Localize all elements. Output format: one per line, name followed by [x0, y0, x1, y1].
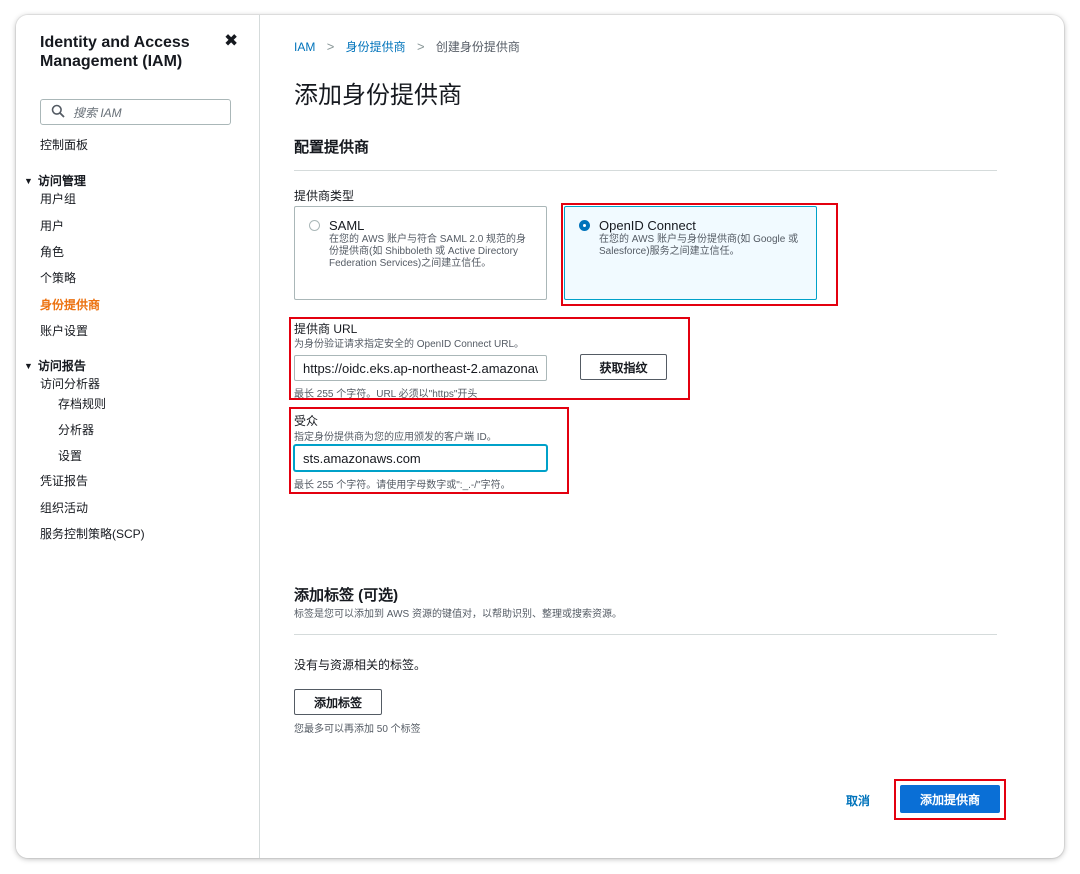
sidebar-item-account-settings[interactable]: 账户设置 — [40, 322, 88, 339]
audience-desc: 指定身份提供商为您的应用颁发的客户端 ID。 — [294, 432, 497, 443]
breadcrumb-separator: > — [326, 39, 335, 54]
breadcrumb-separator: > — [416, 39, 425, 54]
sidebar-item-user-groups[interactable]: 用户组 — [40, 190, 76, 207]
audience-input[interactable] — [294, 445, 547, 471]
sidebar-item-roles[interactable]: 角色 — [40, 243, 64, 260]
cancel-button[interactable]: 取消 — [846, 792, 870, 809]
caret-down-icon: ▼ — [24, 176, 33, 186]
sidebar-item-access-analyzer[interactable]: 访问分析器 — [40, 375, 100, 392]
provider-option-saml[interactable]: SAML 在您的 AWS 账户与符合 SAML 2.0 规范的身份提供商(如 S… — [294, 206, 547, 300]
close-icon[interactable]: ✖ — [224, 31, 238, 51]
no-tags-text: 没有与资源相关的标签。 — [294, 658, 427, 672]
provider-option-openid-connect[interactable]: OpenID Connect 在您的 AWS 账户与身份提供商(如 Google… — [564, 206, 817, 300]
add-tag-button[interactable]: 添加标签 — [294, 689, 382, 715]
page-title: 添加身份提供商 — [294, 82, 462, 109]
openid-connect-option-name: OpenID Connect — [599, 218, 696, 233]
search-icon — [51, 104, 65, 118]
provider-url-constraint: 最长 255 个字符。URL 必须以"https"开头 — [294, 389, 478, 400]
sidebar-section-access-reports[interactable]: ▼ 访问报告 — [24, 357, 86, 374]
sidebar-item-analyzers[interactable]: 分析器 — [58, 421, 94, 438]
provider-url-desc: 为身份验证请求指定安全的 OpenID Connect URL。 — [294, 339, 525, 350]
section-label: 访问报告 — [37, 359, 86, 373]
divider — [294, 170, 997, 171]
sidebar-title: Identity and Access Management (IAM) — [40, 34, 190, 70]
add-provider-button[interactable]: 添加提供商 — [900, 785, 1000, 813]
sidebar-item-analyzer-settings[interactable]: 设置 — [58, 447, 82, 464]
sidebar-item-users[interactable]: 用户 — [40, 217, 64, 234]
breadcrumb-iam[interactable]: IAM — [294, 40, 315, 54]
get-thumbprint-button[interactable]: 获取指纹 — [580, 354, 667, 380]
provider-url-input[interactable] — [294, 355, 547, 381]
tags-limit-text: 您最多可以再添加 50 个标签 — [294, 724, 421, 735]
section-label: 访问管理 — [37, 174, 86, 188]
sidebar: Identity and Access Management (IAM) ✖ 控… — [16, 15, 260, 858]
search-input[interactable] — [71, 103, 225, 123]
config-section-heading: 配置提供商 — [294, 139, 370, 156]
breadcrumb-current: 创建身份提供商 — [435, 40, 520, 54]
audience-constraint: 最长 255 个字符。请使用字母数字或":_.-/"字符。 — [294, 480, 511, 491]
sidebar-search[interactable] — [40, 99, 231, 125]
sidebar-item-policies[interactable]: 个策略 — [40, 269, 76, 286]
sidebar-section-access-management[interactable]: ▼ 访问管理 — [24, 172, 86, 189]
saml-radio[interactable] — [309, 220, 320, 231]
audience-label: 受众 — [294, 414, 319, 428]
saml-option-name: SAML — [329, 218, 365, 233]
breadcrumb: IAM > 身份提供商 > 创建身份提供商 — [294, 38, 520, 55]
sidebar-item-archive-rules[interactable]: 存档规则 — [58, 395, 106, 412]
breadcrumb-identity-providers[interactable]: 身份提供商 — [346, 40, 406, 54]
sidebar-item-credential-report[interactable]: 凭证报告 — [40, 472, 88, 489]
provider-type-label: 提供商类型 — [294, 189, 355, 203]
divider — [294, 634, 997, 635]
saml-option-desc: 在您的 AWS 账户与符合 SAML 2.0 规范的身份提供商(如 Shibbo… — [329, 234, 527, 269]
browser-window: Identity and Access Management (IAM) ✖ 控… — [16, 15, 1064, 858]
tags-desc: 标签是您可以添加到 AWS 资源的键值对，以帮助识别、整理或搜索资源。 — [294, 609, 622, 620]
openid-connect-option-desc: 在您的 AWS 账户与身份提供商(如 Google 或 Salesforce)服… — [599, 234, 799, 257]
main-content: IAM > 身份提供商 > 创建身份提供商 添加身份提供商 配置提供商 提供商类… — [260, 15, 1064, 858]
tags-section-heading: 添加标签 (可选) — [294, 587, 399, 604]
sidebar-item-organization-activity[interactable]: 组织活动 — [40, 499, 88, 516]
sidebar-item-dashboard[interactable]: 控制面板 — [40, 136, 88, 153]
sidebar-item-scp[interactable]: 服务控制策略(SCP) — [40, 525, 145, 542]
openid-connect-radio[interactable] — [579, 220, 590, 231]
caret-down-icon: ▼ — [24, 361, 33, 371]
sidebar-item-identity-providers[interactable]: 身份提供商 — [40, 296, 100, 313]
